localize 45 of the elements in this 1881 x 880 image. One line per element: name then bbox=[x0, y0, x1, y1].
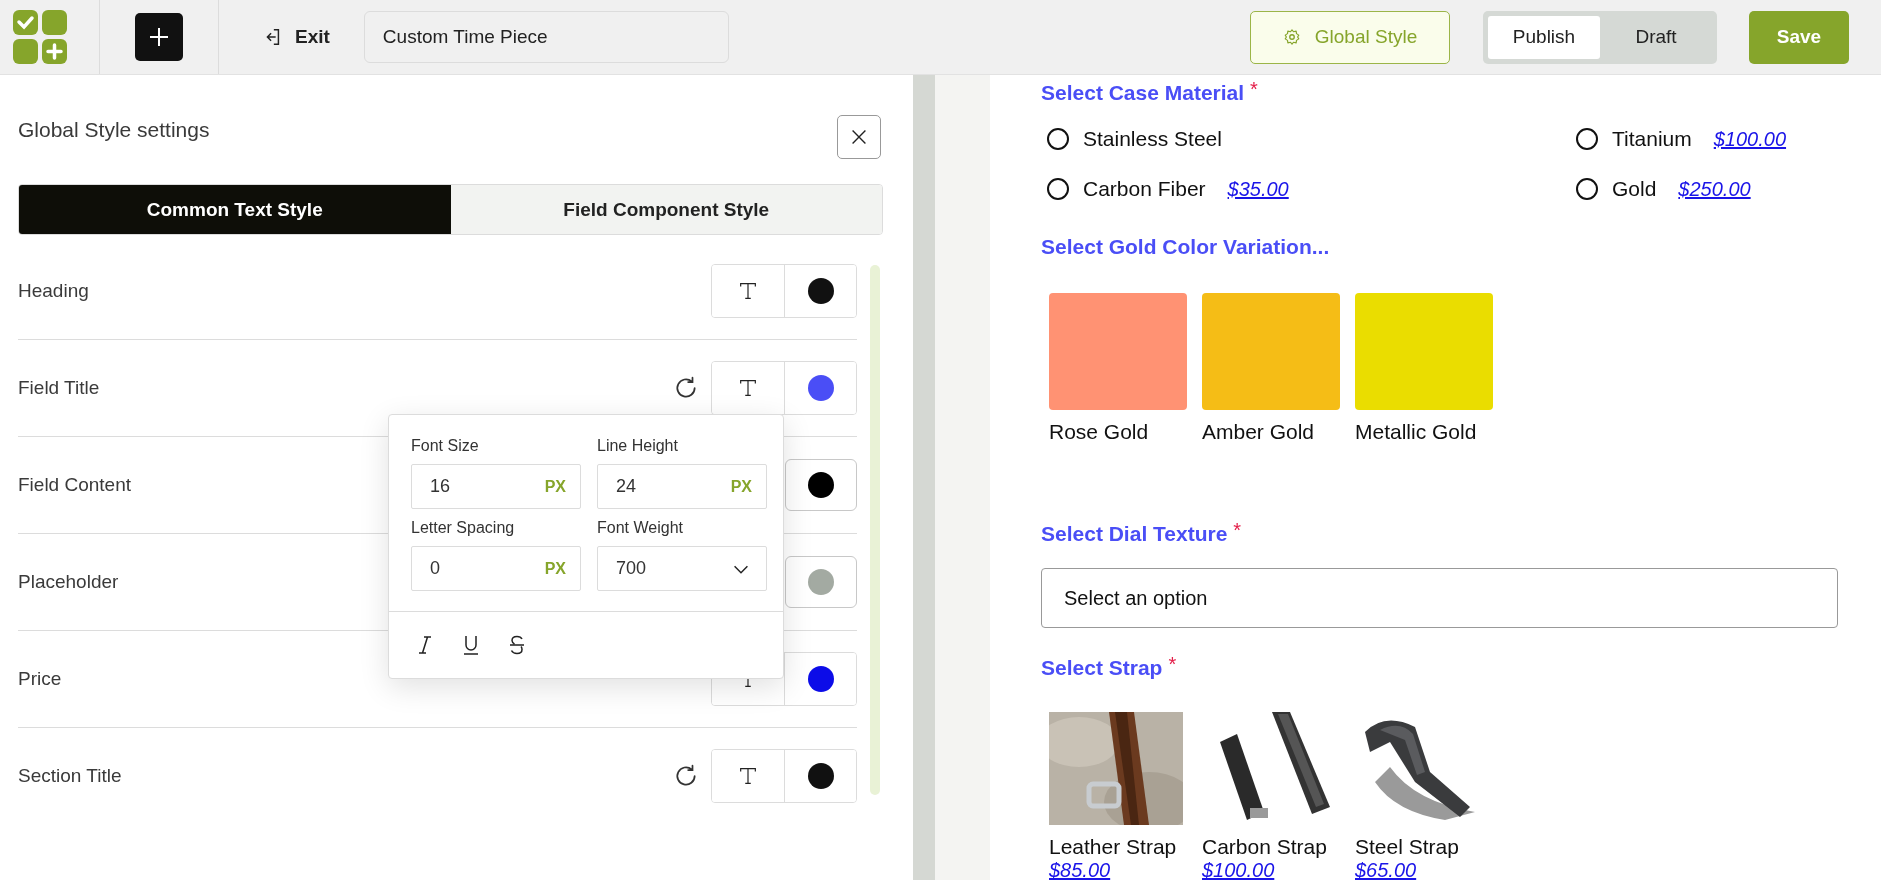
option-label: Leather Strap bbox=[1049, 835, 1178, 859]
style-label: Price bbox=[18, 668, 62, 690]
field-label: Letter Spacing bbox=[411, 519, 516, 537]
option-label: Steel Strap bbox=[1355, 835, 1460, 859]
price-link[interactable]: $100.00 bbox=[1713, 127, 1787, 151]
option-label: Carbon Fiber bbox=[1083, 177, 1206, 201]
field-title: Select Gold Color Variation... bbox=[1041, 234, 1330, 260]
field-title: Select Dial Texture bbox=[1041, 521, 1228, 547]
field-label: Font Size bbox=[411, 437, 480, 455]
field-title: Select Strap bbox=[1041, 655, 1163, 681]
field-label: Line Height bbox=[597, 437, 679, 455]
style-label: Heading bbox=[18, 280, 89, 302]
required-mark: * bbox=[1250, 79, 1258, 99]
price-link[interactable]: $100.00 bbox=[1202, 859, 1340, 880]
weight-dropdown[interactable]: 700 bbox=[597, 546, 767, 591]
option-label: Stainless Steel bbox=[1083, 127, 1222, 151]
required-mark: * bbox=[1168, 654, 1177, 674]
number-field[interactable]: 24 PX bbox=[597, 464, 767, 509]
style-tab[interactable]: Field Component Style bbox=[450, 185, 882, 234]
exit-button[interactable]: Exit bbox=[255, 25, 336, 49]
mode-tab[interactable]: Publish bbox=[1488, 15, 1600, 59]
field-label: Font Weight bbox=[597, 519, 684, 537]
style-label: Field Content bbox=[18, 474, 131, 496]
panel-title: Global Style settings bbox=[18, 117, 210, 142]
option-label: Metallic Gold bbox=[1355, 420, 1478, 444]
option-label: Amber Gold bbox=[1202, 420, 1316, 444]
price-link[interactable]: $85.00 bbox=[1049, 859, 1187, 880]
option-label: Carbon Strap bbox=[1202, 835, 1328, 859]
title-field[interactable]: Custom Time Piece bbox=[363, 11, 729, 63]
option-label: Rose Gold bbox=[1049, 420, 1150, 444]
style-label: Placeholder bbox=[18, 571, 119, 593]
style-label: Section Title bbox=[18, 765, 122, 787]
price-link[interactable]: $35.00 bbox=[1227, 177, 1289, 201]
price-link[interactable]: $65.00 bbox=[1355, 859, 1493, 880]
number-field[interactable]: 16 PX bbox=[411, 464, 581, 509]
number-field[interactable]: 0 PX bbox=[411, 546, 581, 591]
style-tab[interactable]: Common Text Style bbox=[19, 185, 451, 234]
field-title: Select Case Material bbox=[1041, 80, 1245, 106]
mode-tab[interactable]: Draft bbox=[1600, 15, 1712, 59]
select-dropdown[interactable]: Select an option bbox=[1041, 568, 1838, 628]
option-label: Gold bbox=[1612, 177, 1657, 201]
style-label: Field Title bbox=[18, 377, 100, 399]
price-link[interactable]: $250.00 bbox=[1678, 177, 1751, 201]
option-label: Titanium bbox=[1612, 127, 1692, 151]
required-mark: * bbox=[1233, 520, 1242, 540]
